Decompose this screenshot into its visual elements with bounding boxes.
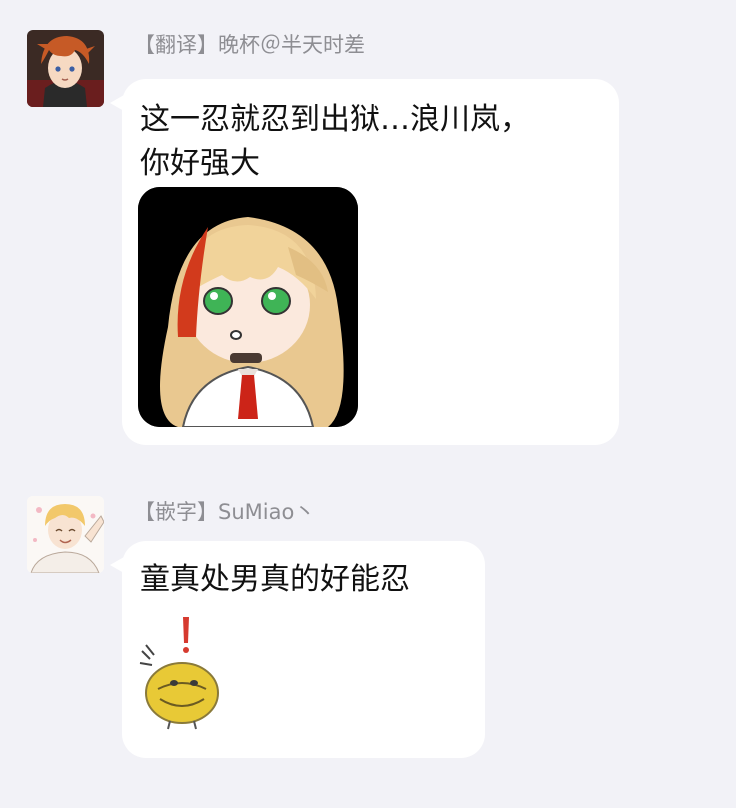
message-bubble[interactable]: 这一忍就忍到出狱…浪川岚， 你好强大 bbox=[110, 79, 619, 445]
emoji-sticker[interactable] bbox=[136, 611, 226, 731]
bubble-tail bbox=[110, 557, 124, 573]
avatar-image bbox=[27, 496, 104, 573]
anime-girl-sticker[interactable] bbox=[138, 187, 358, 427]
avatar[interactable] bbox=[27, 496, 104, 573]
avatar[interactable] bbox=[27, 30, 104, 107]
message-bubble[interactable]: 童真处男真的好能忍 bbox=[110, 541, 485, 758]
sender-name[interactable]: 【嵌字】SuMiao丶 bbox=[134, 498, 315, 526]
message-text: 童真处男真的好能忍 bbox=[140, 562, 410, 597]
message-text-line-1: 这一忍就忍到出狱…浪川岚， bbox=[140, 102, 530, 137]
anime-girl-sticker-image bbox=[138, 187, 358, 427]
avatar-image bbox=[27, 30, 104, 107]
bubble-tail bbox=[110, 95, 124, 111]
sender-name[interactable]: 【翻译】晚杯＠半天时差 bbox=[134, 31, 365, 59]
emoji-sticker-image bbox=[136, 611, 226, 731]
message-text-line-2: 你好强大 bbox=[140, 146, 260, 181]
